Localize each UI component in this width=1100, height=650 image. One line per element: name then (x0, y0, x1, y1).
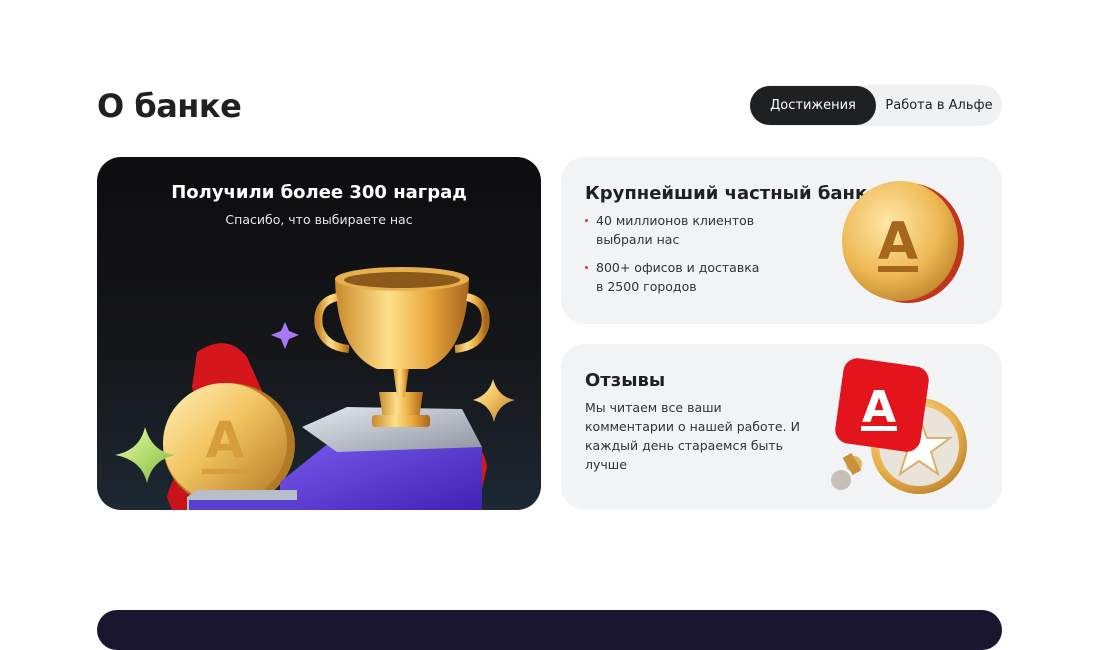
page-title: О банке (97, 87, 242, 125)
alfa-badge-star-icon: А (831, 358, 967, 494)
awards-card[interactable]: Получили более 300 наград Спасибо, что в… (97, 157, 541, 510)
reviews-card[interactable]: Отзывы Мы читаем все ваши комментарии о … (561, 344, 1002, 510)
bottom-banner[interactable] (97, 610, 1002, 650)
reviews-title: Отзывы (585, 370, 666, 391)
svg-text:А: А (878, 212, 918, 272)
largest-bank-title: Крупнейший частный банк (585, 183, 868, 204)
trophy-illustration: А (115, 267, 515, 510)
svg-text:А: А (862, 382, 896, 433)
largest-bank-card[interactable]: Крупнейший частный банк 40 миллионов кли… (561, 157, 1002, 324)
bank-facts-list: 40 миллионов клиентов выбрали нас 800+ о… (585, 211, 766, 305)
alfa-logo-medal: А (206, 411, 245, 469)
tab-achievements[interactable]: Достижения (750, 86, 876, 125)
list-item: 40 миллионов клиентов выбрали нас (585, 211, 766, 249)
reviews-description: Мы читаем все ваши комментарии о нашей р… (585, 400, 800, 472)
tabs-switcher: Достижения Работа в Альфе (750, 85, 1002, 126)
list-item: 800+ офисов и доставка в 2500 городов (585, 258, 766, 296)
tab-work-at-alfa[interactable]: Работа в Альфе (876, 86, 1002, 125)
gold-coin-icon: А (842, 181, 964, 303)
